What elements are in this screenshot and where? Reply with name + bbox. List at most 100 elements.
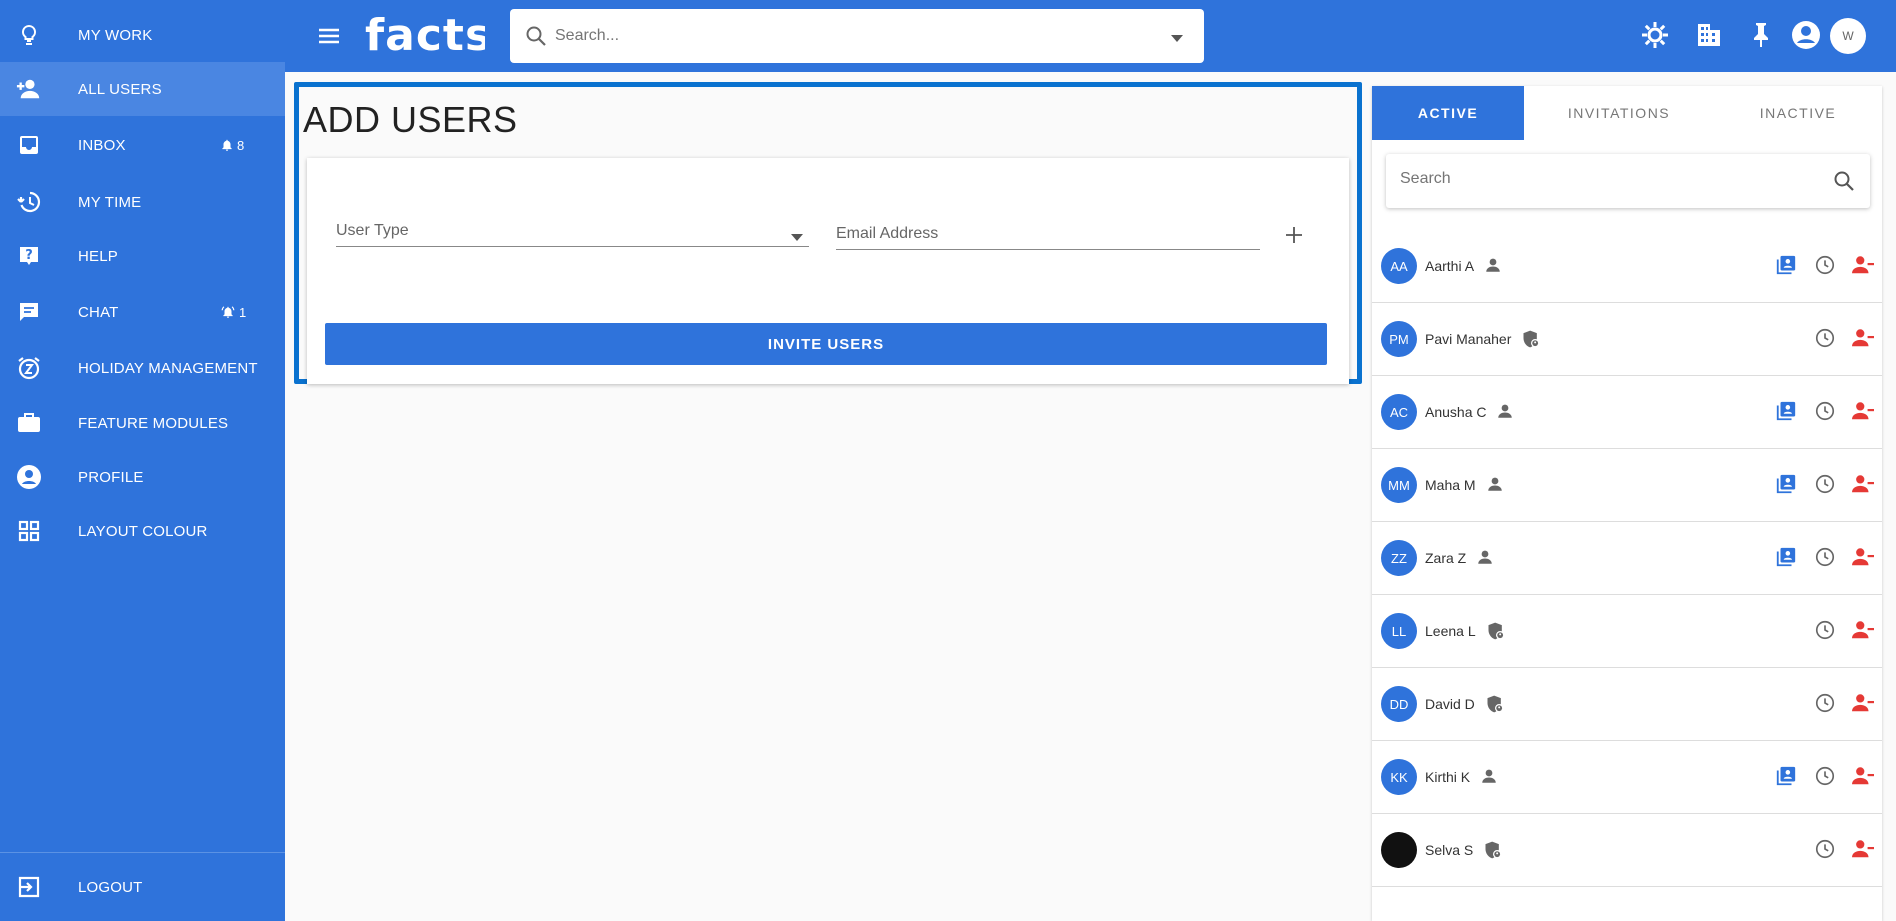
user-row[interactable]: AC Anusha C <box>1372 376 1882 449</box>
chevron-down-icon[interactable] <box>1170 31 1184 49</box>
person-icon <box>1496 402 1516 422</box>
global-search-input[interactable] <box>555 27 1115 45</box>
invite-users-button[interactable]: INVITE USERS <box>325 323 1327 365</box>
admin-shield-icon <box>1485 694 1505 714</box>
assign-timesheet-icon[interactable] <box>1775 254 1799 278</box>
remove-user-icon[interactable] <box>1851 327 1875 351</box>
user-avatar <box>1381 832 1417 868</box>
sidebar-item-holiday-management[interactable]: HOLIDAY MANAGEMENT <box>0 341 285 395</box>
pin-icon[interactable] <box>1747 20 1777 50</box>
sidebar-item-all-users[interactable]: ALL USERS <box>0 62 285 116</box>
time-log-icon[interactable] <box>1814 400 1838 424</box>
logout-button[interactable]: LOGOUT <box>0 860 285 914</box>
notification-badge: 8 <box>220 138 244 153</box>
user-type-select[interactable]: User Type <box>336 217 809 247</box>
sidebar-item-my-time[interactable]: MY TIME <box>0 175 285 229</box>
remove-user-icon[interactable] <box>1851 254 1875 278</box>
chevron-down-icon <box>791 229 803 247</box>
logout-label: LOGOUT <box>78 878 143 896</box>
user-name: Aarthi A <box>1425 258 1475 274</box>
briefcase-icon <box>16 410 42 436</box>
search-icon[interactable] <box>1832 169 1856 198</box>
sidebar-item-inbox[interactable]: INBOX 8 <box>0 118 285 172</box>
lightbulb-icon <box>16 22 42 48</box>
user-name: Maha M <box>1425 477 1476 493</box>
inbox-count: 8 <box>237 137 245 153</box>
assign-timesheet-icon[interactable] <box>1775 400 1799 424</box>
time-log-icon[interactable] <box>1814 838 1838 862</box>
person-icon <box>1480 767 1500 787</box>
sidebar-item-help[interactable]: ? HELP <box>0 229 285 283</box>
account-icon[interactable] <box>1791 20 1821 50</box>
remove-user-icon[interactable] <box>1851 619 1875 643</box>
user-avatar[interactable]: W <box>1830 18 1866 54</box>
sidebar-item-my-work[interactable]: MY WORK <box>0 8 285 62</box>
profile-icon <box>16 464 42 490</box>
user-row[interactable]: AA Aarthi A <box>1372 230 1882 303</box>
add-row-icon[interactable] <box>1284 225 1304 250</box>
remove-user-icon[interactable] <box>1851 765 1875 789</box>
brightness-icon[interactable] <box>1640 20 1670 50</box>
remove-user-icon[interactable] <box>1851 473 1875 497</box>
user-avatar: LL <box>1381 613 1417 649</box>
time-log-icon[interactable] <box>1814 546 1838 570</box>
user-name: Selva S <box>1425 842 1474 858</box>
assign-timesheet-icon[interactable] <box>1775 765 1799 789</box>
user-name: Anusha C <box>1425 404 1487 420</box>
remove-user-icon[interactable] <box>1851 838 1875 862</box>
sidebar-item-profile[interactable]: PROFILE <box>0 450 285 504</box>
user-row[interactable]: LL Leena L <box>1372 595 1882 668</box>
assign-timesheet-icon[interactable] <box>1775 546 1799 570</box>
time-log-icon[interactable] <box>1814 254 1838 278</box>
facts-logo[interactable]: facts <box>365 8 485 60</box>
admin-shield-icon <box>1483 840 1503 860</box>
sidebar-item-chat[interactable]: CHAT 1 <box>0 285 285 339</box>
user-row[interactable]: MM Maha M <box>1372 449 1882 522</box>
sidebar-item-label: ALL USERS <box>78 80 162 98</box>
chat-count: 1 <box>239 304 247 320</box>
user-avatar: DD <box>1381 686 1417 722</box>
user-row[interactable]: DD David D <box>1372 668 1882 741</box>
chat-icon <box>16 299 42 325</box>
remove-user-icon[interactable] <box>1851 546 1875 570</box>
user-row[interactable]: ZZ Zara Z <box>1372 522 1882 595</box>
remove-user-icon[interactable] <box>1851 692 1875 716</box>
email-field[interactable]: Email Address <box>836 220 1260 250</box>
grid-icon <box>16 518 42 544</box>
remove-user-icon[interactable] <box>1851 400 1875 424</box>
sidebar-item-label: PROFILE <box>78 468 144 486</box>
user-search[interactable] <box>1386 154 1870 208</box>
sidebar-item-label: HELP <box>78 247 118 265</box>
inbox-icon <box>16 132 42 158</box>
tab-active[interactable]: ACTIVE <box>1372 86 1524 140</box>
history-icon <box>16 189 42 215</box>
time-log-icon[interactable] <box>1814 692 1838 716</box>
time-log-icon[interactable] <box>1814 765 1838 789</box>
users-panel: ACTIVE INVITATIONS INACTIVE AA Aarthi A PM… <box>1372 86 1882 921</box>
sidebar-item-feature-modules[interactable]: FEATURE MODULES <box>0 396 285 450</box>
user-row[interactable]: Selva S <box>1372 814 1882 887</box>
person-icon <box>1484 256 1504 276</box>
bell-icon <box>222 139 232 151</box>
user-status-tabs: ACTIVE INVITATIONS INACTIVE <box>1372 86 1882 140</box>
sidebar-item-layout-colour[interactable]: LAYOUT COLOUR <box>0 504 285 558</box>
tab-inactive[interactable]: INACTIVE <box>1714 86 1882 140</box>
user-search-input[interactable] <box>1400 170 1800 188</box>
global-search[interactable] <box>510 9 1204 63</box>
page-title: ADD USERS <box>303 99 518 140</box>
user-row[interactable]: PM Pavi Manaher <box>1372 303 1882 376</box>
user-name: Kirthi K <box>1425 769 1471 785</box>
time-log-icon[interactable] <box>1814 327 1838 351</box>
user-name: Zara Z <box>1425 550 1467 566</box>
user-row[interactable]: KK Kirthi K <box>1372 741 1882 814</box>
menu-icon[interactable] <box>315 22 345 50</box>
sidebar: MY WORK ALL USERS INBOX 8 MY TIME ? HELP… <box>0 0 285 921</box>
ringing-bell-icon <box>221 306 235 318</box>
assign-timesheet-icon[interactable] <box>1775 473 1799 497</box>
time-log-icon[interactable] <box>1814 473 1838 497</box>
tab-invitations[interactable]: INVITATIONS <box>1524 86 1714 140</box>
time-log-icon[interactable] <box>1814 619 1838 643</box>
sidebar-item-label: LAYOUT COLOUR <box>78 522 208 540</box>
building-icon[interactable] <box>1695 20 1725 50</box>
sidebar-divider <box>0 852 285 853</box>
